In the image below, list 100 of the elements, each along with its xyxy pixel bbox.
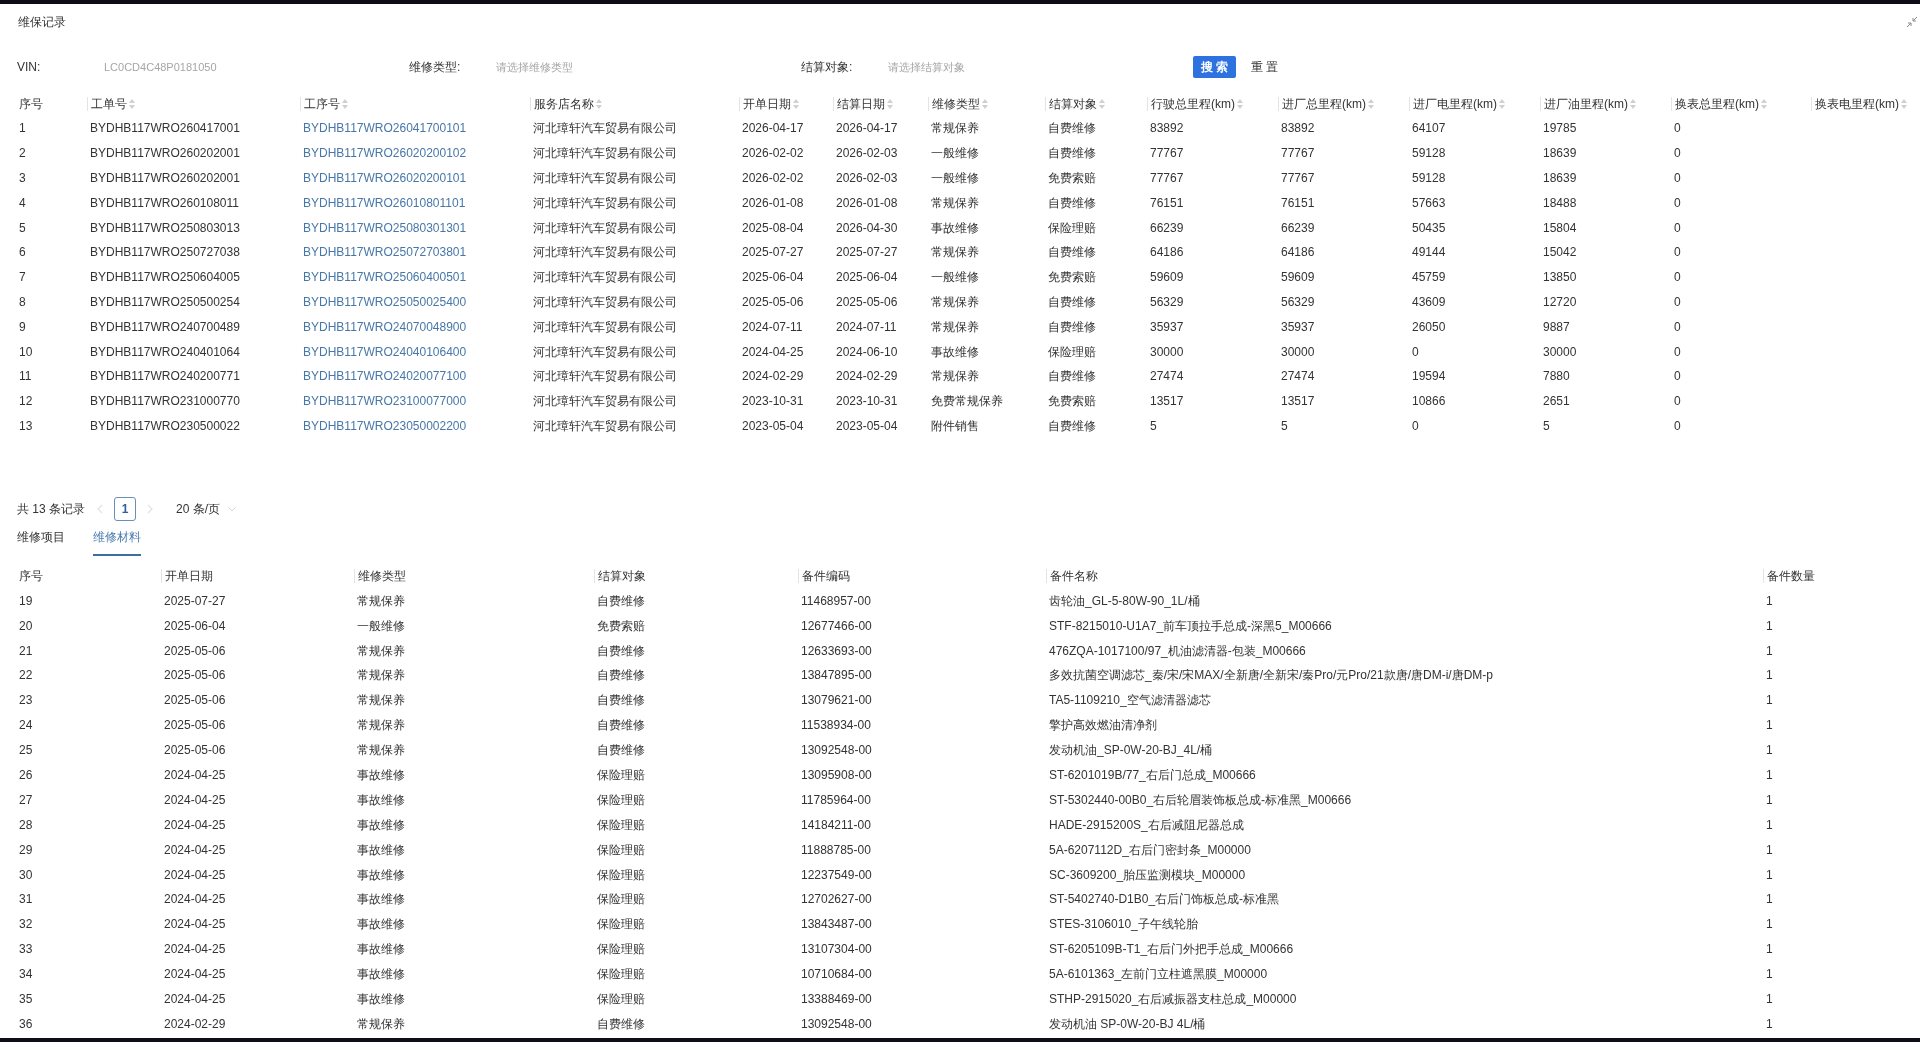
process-number-link[interactable]: BYDHB117WRO26041700101 — [303, 119, 467, 138]
column-header[interactable]: 进厂总里程(km) — [1282, 94, 1366, 113]
sort-icon[interactable] — [982, 98, 988, 109]
open-date: 2024-04-25 — [164, 866, 226, 884]
mileage-value: 27474 — [1150, 368, 1184, 386]
repair-type: 常规保养 — [357, 1015, 405, 1033]
row-number: 23 — [19, 692, 33, 710]
page-number-button[interactable]: 1 — [114, 497, 136, 522]
row-number: 34 — [19, 966, 33, 984]
repair-type: 事故维修 — [357, 891, 405, 909]
sort-icon[interactable] — [1499, 98, 1505, 109]
mileage-value: 12720 — [1543, 293, 1577, 311]
mileage-value: 77767 — [1281, 170, 1315, 187]
column-header: 序号 — [19, 567, 43, 585]
sort-icon[interactable] — [1368, 98, 1374, 109]
column-header[interactable]: 服务店名称 — [534, 94, 594, 113]
column-header[interactable]: 进厂电里程(km) — [1413, 94, 1497, 113]
part-name: 476ZQA-1017100/97_机油滤清器-包装_M00666 — [1049, 642, 1306, 660]
sort-icon[interactable] — [1099, 98, 1105, 109]
column-header[interactable]: 进厂油里程(km) — [1544, 94, 1628, 113]
mileage-value: 49144 — [1412, 244, 1446, 262]
open-date: 2025-05-06 — [164, 667, 226, 685]
part-code: 14184211-00 — [801, 816, 871, 834]
column-header: 序号 — [19, 95, 43, 113]
mileage-value: 77767 — [1150, 145, 1184, 163]
tab[interactable]: 维修项目 — [17, 521, 65, 557]
column-header[interactable]: 行驶总里程(km) — [1151, 94, 1235, 113]
mileage-value: 0 — [1674, 194, 1681, 212]
process-number-link[interactable]: BYDHB117WRO24070048900 — [303, 317, 467, 336]
row-number: 20 — [19, 617, 33, 635]
mileage-value: 30000 — [1543, 343, 1577, 361]
part-quantity: 1 — [1766, 991, 1773, 1009]
sort-icon[interactable] — [1901, 98, 1907, 109]
sort-icon[interactable] — [1630, 98, 1636, 109]
mileage-value: 57663 — [1412, 194, 1446, 212]
process-number-link[interactable]: BYDHB117WRO23050002200 — [303, 416, 467, 435]
column-header[interactable]: 工单号 — [91, 94, 127, 113]
repair-type: 常规保养 — [357, 592, 405, 610]
row-number: 8 — [19, 293, 26, 311]
shrink-icon[interactable] — [1906, 16, 1918, 28]
work-order-number: BYDHB117WRO260108011 — [90, 194, 239, 212]
settlement-party: 免费索赔 — [1048, 269, 1096, 287]
part-name: TA5-1109210_空气滤清器滤芯 — [1049, 692, 1211, 710]
sort-icon[interactable] — [342, 98, 348, 109]
process-number-link[interactable]: BYDHB117WRO26020200102 — [303, 144, 467, 163]
column-header[interactable]: 结算对象 — [1049, 94, 1097, 113]
process-number-link[interactable]: BYDHB117WRO24040106400 — [303, 342, 467, 361]
process-number-link[interactable]: BYDHB117WRO25050025400 — [303, 292, 467, 311]
mileage-value: 19594 — [1412, 368, 1446, 386]
page-size-select[interactable]: 20 条/页 — [176, 497, 237, 522]
settlement-party: 自费维修 — [1048, 318, 1096, 336]
mileage-value: 35937 — [1281, 318, 1315, 336]
row-number: 28 — [19, 816, 33, 834]
column-header[interactable]: 开单日期 — [743, 94, 791, 113]
part-code: 11538934-00 — [801, 717, 871, 735]
sort-icon[interactable] — [1237, 98, 1243, 109]
sort-icon[interactable] — [129, 98, 135, 109]
column-header[interactable]: 工序号 — [304, 94, 340, 113]
column-header[interactable]: 结算日期 — [837, 94, 885, 113]
sort-icon[interactable] — [793, 98, 799, 109]
process-number-link[interactable]: BYDHB117WRO25080301301 — [303, 218, 467, 237]
process-number-link[interactable]: BYDHB117WRO23100077000 — [303, 392, 467, 411]
settlement-party: 保险理赔 — [1048, 343, 1096, 361]
mileage-value: 18639 — [1543, 170, 1577, 187]
row-number: 29 — [19, 841, 33, 859]
open-date: 2025-07-27 — [742, 244, 804, 262]
column-header[interactable]: 换表总里程(km) — [1675, 94, 1759, 113]
row-number: 24 — [19, 717, 33, 735]
mileage-value: 30000 — [1281, 343, 1315, 361]
settlement-date: 2024-07-11 — [836, 318, 897, 336]
repair-type: 常规保养 — [931, 244, 979, 262]
part-code: 12677466-00 — [801, 617, 872, 635]
open-date: 2024-04-25 — [164, 941, 226, 959]
settlement-date: 2024-02-29 — [836, 368, 898, 386]
part-code: 12702627-00 — [801, 891, 872, 909]
settlement-party: 自费维修 — [1048, 194, 1096, 212]
part-name: 5A-6207112D_右后门密封条_M00000 — [1049, 841, 1251, 859]
row-number: 33 — [19, 941, 33, 959]
search-button[interactable]: 搜 索 — [1193, 56, 1236, 78]
process-number-link[interactable]: BYDHB117WRO25060400501 — [303, 268, 467, 287]
process-number-link[interactable]: BYDHB117WRO26020200101 — [303, 169, 467, 187]
settlement-party: 保险理赔 — [597, 841, 645, 859]
column-header[interactable]: 维修类型 — [932, 94, 980, 113]
row-number: 9 — [19, 318, 26, 336]
repair-type: 事故维修 — [357, 966, 405, 984]
sort-icon[interactable] — [596, 98, 602, 109]
mileage-value: 77767 — [1281, 145, 1315, 163]
open-date: 2024-04-25 — [164, 841, 226, 859]
tab[interactable]: 维修材料 — [93, 521, 141, 557]
repair-type: 一般维修 — [931, 170, 979, 187]
process-number-link[interactable]: BYDHB117WRO25072703801 — [303, 243, 467, 262]
repair-type: 常规保养 — [357, 742, 405, 760]
sort-icon[interactable] — [1761, 98, 1767, 109]
process-number-link[interactable]: BYDHB117WRO26010801101 — [303, 193, 466, 212]
sort-icon[interactable] — [887, 98, 893, 109]
part-quantity: 1 — [1766, 642, 1773, 660]
row-number: 32 — [19, 916, 33, 934]
reset-button[interactable]: 重 置 — [1246, 56, 1284, 78]
process-number-link[interactable]: BYDHB117WRO24020077100 — [303, 367, 467, 386]
column-header: 备件编码 — [802, 567, 850, 585]
